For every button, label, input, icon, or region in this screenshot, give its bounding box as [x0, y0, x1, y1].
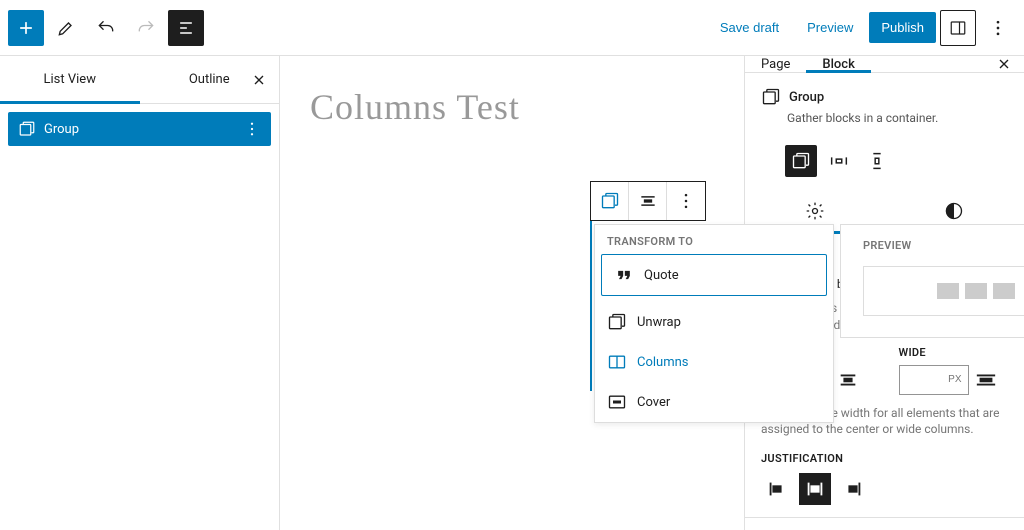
group-icon [607, 312, 627, 332]
transform-option-label: Quote [644, 268, 679, 283]
preview-box [863, 266, 1024, 316]
top-toolbar: Save draft Preview Publish [0, 0, 1024, 56]
row-icon [828, 150, 850, 172]
gear-icon [805, 201, 825, 221]
close-icon [251, 72, 267, 88]
block-more-button[interactable] [667, 182, 705, 220]
block-align-button[interactable] [629, 182, 667, 220]
variant-row[interactable] [823, 145, 855, 177]
transform-option-cover[interactable]: Cover [595, 382, 833, 422]
justify-right-icon [842, 478, 864, 500]
redo-button[interactable] [128, 10, 164, 46]
post-title[interactable]: Columns Test [310, 86, 714, 128]
more-options-button[interactable] [980, 10, 1016, 46]
kebab-icon [676, 191, 696, 211]
block-toolbar [590, 181, 706, 221]
sidebar-icon [949, 19, 967, 37]
main: List View Outline Group Columns Test [0, 56, 1024, 530]
position-panel: Position [745, 518, 1024, 530]
save-draft-button[interactable]: Save draft [708, 12, 791, 43]
quote-icon [614, 265, 634, 285]
group-variations [745, 135, 1024, 189]
undo-button[interactable] [88, 10, 124, 46]
edit-mode-button[interactable] [48, 10, 84, 46]
transform-popover: TRANSFORM TO Quote Unwrap Columns Cover [594, 224, 834, 423]
document-overview-button[interactable] [168, 10, 204, 46]
justify-center-icon [804, 478, 826, 500]
editor-canvas[interactable]: Columns Test TRANSFORM TO Quote Unwrap [280, 56, 744, 530]
group-icon [791, 151, 811, 171]
preview-column [965, 283, 987, 299]
justification-controls [761, 473, 1008, 505]
tab-page[interactable]: Page [745, 56, 806, 72]
tab-block[interactable]: Block [806, 56, 870, 72]
columns-icon [607, 352, 627, 372]
justification-label: JUSTIFICATION [761, 452, 1008, 465]
transform-option-unwrap[interactable]: Unwrap [595, 302, 833, 342]
add-block-button[interactable] [8, 10, 44, 46]
transform-option-columns[interactable]: Columns [595, 342, 833, 382]
group-icon [18, 120, 36, 138]
block-name: Group [789, 90, 824, 105]
wide-width-col: WIDE [899, 346, 1009, 395]
toolbar-right: Save draft Preview Publish [708, 10, 1016, 46]
justify-left-button[interactable] [761, 473, 793, 505]
align-wide-icon[interactable] [975, 369, 997, 391]
preview-button[interactable]: Preview [795, 12, 865, 43]
list-item-group[interactable]: Group [8, 112, 271, 146]
align-icon [638, 191, 658, 211]
tab-list-view[interactable]: List View [0, 56, 140, 103]
publish-button[interactable]: Publish [869, 12, 936, 43]
plus-icon [16, 18, 36, 38]
justify-center-button[interactable] [799, 473, 831, 505]
justify-left-icon [766, 478, 788, 500]
close-overview-button[interactable] [247, 68, 271, 92]
overview-tabs: List View Outline [0, 56, 279, 104]
wide-width-label: WIDE [899, 346, 1009, 359]
variant-group[interactable] [785, 145, 817, 177]
list-view-body: Group [0, 104, 279, 154]
kebab-icon [243, 120, 261, 138]
transform-header: TRANSFORM TO [595, 225, 833, 254]
group-icon [761, 87, 781, 107]
wide-width-input[interactable] [899, 365, 969, 395]
transform-preview: PREVIEW [840, 224, 1024, 338]
close-icon [996, 56, 1012, 72]
close-sidebar-button[interactable] [984, 56, 1024, 72]
toolbar-left [8, 10, 204, 46]
redo-icon [136, 18, 156, 38]
block-card: Group Gather blocks in a container. [745, 73, 1024, 135]
transform-option-label: Unwrap [637, 315, 681, 330]
stack-icon [866, 150, 888, 172]
block-description: Gather blocks in a container. [787, 111, 1008, 125]
group-icon [600, 191, 620, 211]
list-view-icon [176, 18, 196, 38]
align-center-icon[interactable] [837, 369, 859, 391]
preview-column [993, 283, 1015, 299]
undo-icon [96, 18, 116, 38]
justify-right-button[interactable] [837, 473, 869, 505]
transform-option-quote[interactable]: Quote [601, 254, 827, 296]
transform-option-label: Columns [637, 355, 689, 370]
preview-header: PREVIEW [863, 239, 1024, 252]
styles-icon [944, 201, 964, 221]
pencil-icon [56, 18, 76, 38]
list-item-options[interactable] [243, 120, 261, 138]
sidebar-toggle-button[interactable] [940, 10, 976, 46]
cover-icon [607, 392, 627, 412]
preview-column [937, 283, 959, 299]
variant-stack[interactable] [861, 145, 893, 177]
sidebar-tabs: Page Block [745, 56, 1024, 73]
transform-option-label: Cover [637, 395, 670, 410]
document-overview-panel: List View Outline Group [0, 56, 280, 530]
kebab-icon [988, 18, 1008, 38]
list-item-label: Group [44, 122, 79, 137]
block-type-button[interactable] [591, 182, 629, 220]
